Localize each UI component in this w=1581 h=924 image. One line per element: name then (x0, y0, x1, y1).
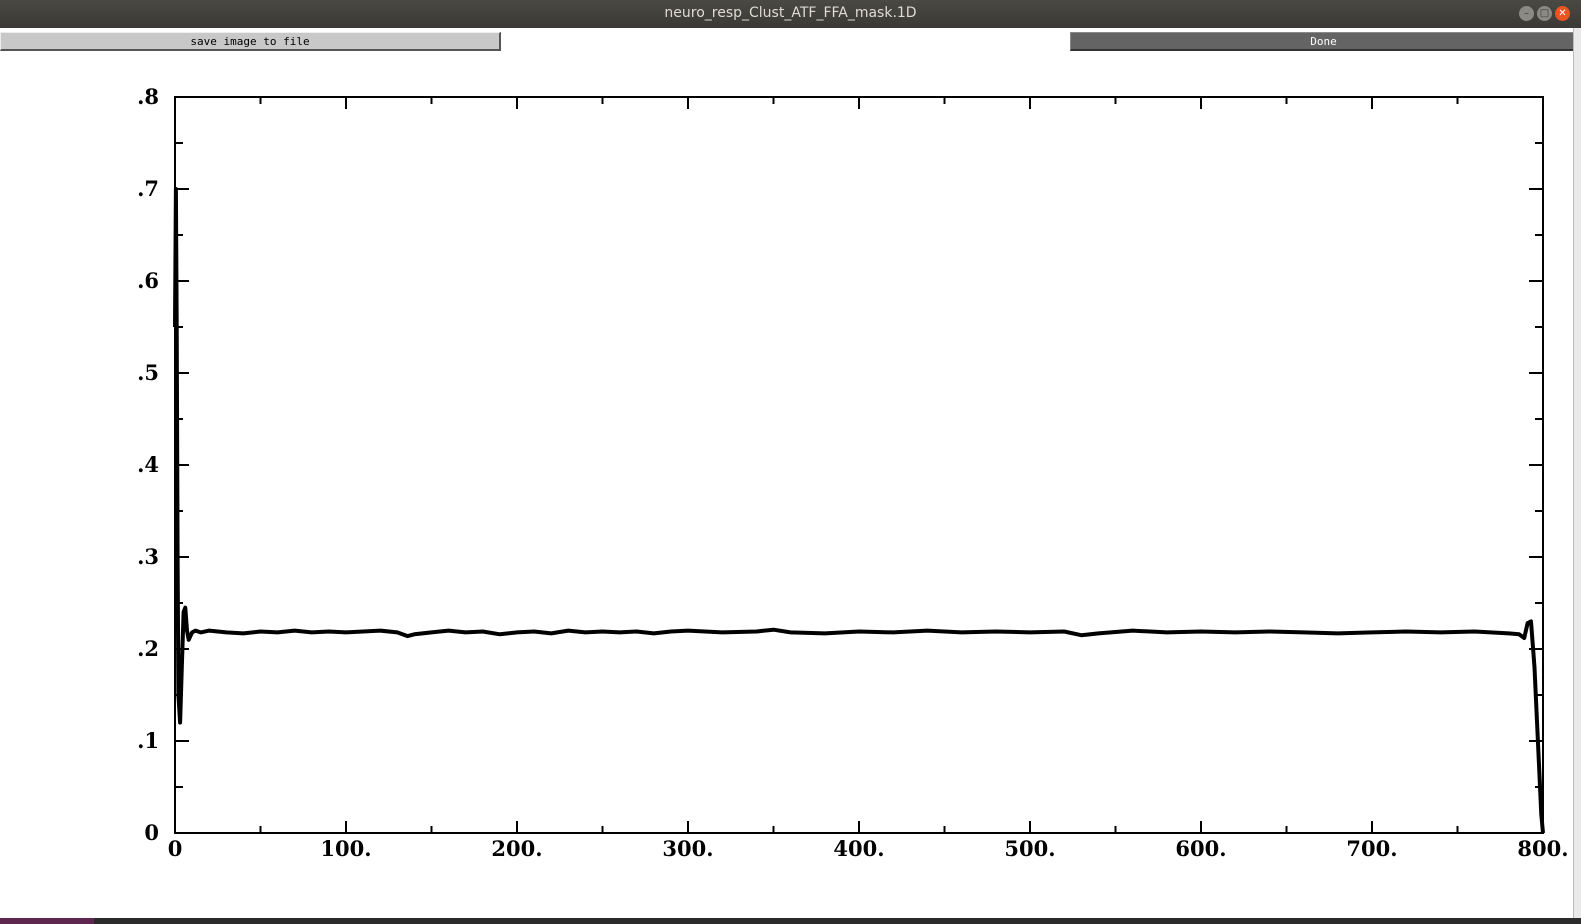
line-chart: 0 100. 200. 300. 400. 500. 600. 700. 800. 0 .1 .2 .3… (137, 84, 1569, 861)
data-series-line (173, 187, 1545, 834)
y-tick-label: .5 (137, 360, 159, 385)
desktop-background (0, 918, 1581, 924)
plot-window: neuro_resp_Clust_ATF_FFA_mask.1D – □ ✕ s… (0, 0, 1581, 918)
y-tick-label: .4 (137, 452, 159, 477)
y-tick-label: 0 (144, 820, 159, 845)
y-tick-label: .1 (137, 728, 159, 753)
taskbar-accent (0, 918, 94, 924)
x-tick-label: 700. (1346, 836, 1397, 861)
x-tick-label: 200. (491, 836, 542, 861)
y-tick-label: .2 (137, 636, 159, 661)
x-tick-label: 800. (1517, 836, 1568, 861)
plot-frame (174, 96, 1544, 834)
x-tick-label: 400. (833, 836, 884, 861)
x-tick-label: 0 (168, 836, 183, 861)
x-tick-label: 600. (1175, 836, 1226, 861)
y-tick-label: .8 (137, 84, 159, 109)
x-tick-label: 300. (662, 836, 713, 861)
y-tick-label: .3 (137, 544, 159, 569)
y-tick-label: .7 (137, 176, 159, 201)
y-tick-label: .6 (137, 268, 159, 293)
window-edge (1573, 28, 1581, 918)
x-tick-label: 100. (320, 836, 371, 861)
x-tick-label: 500. (1004, 836, 1055, 861)
